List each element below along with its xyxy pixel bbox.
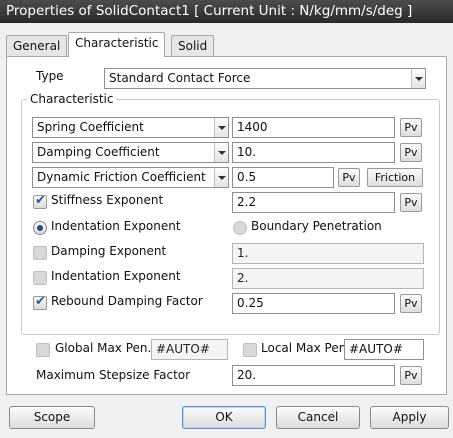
local-max-pen-input[interactable]: #AUTO# [344, 339, 424, 360]
stiffness-pv-button[interactable]: Pv [400, 193, 422, 212]
checkmark-icon: ✔ [35, 294, 46, 309]
characteristic-group-title: Characteristic [27, 92, 117, 106]
chevron-down-icon [214, 118, 228, 137]
local-max-pen-label: Local Max Pen. [261, 341, 351, 355]
chevron-down-icon [411, 69, 425, 88]
local-max-pen-checkbox[interactable] [243, 343, 257, 357]
rebound-pv-button[interactable]: Pv [400, 294, 422, 313]
global-max-pen-label: Global Max Pen. [55, 341, 152, 355]
properties-dialog: Properties of SolidContact1 [ Current Un… [0, 0, 453, 438]
indentation-exponent-radio[interactable] [33, 221, 47, 235]
spring-coefficient-input[interactable]: 1400 [232, 117, 395, 138]
friction-coefficient-select-value: Dynamic Friction Coefficient [37, 170, 206, 184]
damping-coefficient-select-value: Damping Coefficient [37, 145, 160, 159]
chevron-down-icon [214, 168, 228, 187]
max-stepsize-label: Maximum Stepsize Factor [36, 368, 191, 382]
spring-coefficient-select-value: Spring Coefficient [37, 120, 144, 134]
damping-exponent-checkbox[interactable] [33, 246, 47, 260]
window-title: Properties of SolidContact1 [ Current Un… [0, 0, 453, 23]
damping-coefficient-input[interactable]: 10. [232, 142, 395, 163]
global-max-pen-input[interactable]: #AUTO# [151, 339, 228, 360]
damping-exponent-input[interactable]: 1. [232, 243, 424, 264]
spring-pv-button[interactable]: Pv [400, 118, 422, 137]
rebound-damping-label: Rebound Damping Factor [51, 294, 203, 308]
type-select[interactable]: Standard Contact Force [104, 68, 426, 89]
boundary-penetration-radio[interactable] [233, 221, 247, 235]
ok-button[interactable]: OK [182, 406, 266, 429]
friction-button[interactable]: Friction [367, 168, 423, 187]
tab-solid[interactable]: Solid [171, 35, 215, 57]
scope-button[interactable]: Scope [9, 406, 95, 429]
friction-coefficient-select[interactable]: Dynamic Friction Coefficient [32, 167, 229, 188]
global-max-pen-checkbox[interactable] [36, 343, 50, 357]
checkmark-icon: ✔ [35, 193, 46, 208]
apply-button[interactable]: Apply [370, 406, 449, 429]
radio-selected-icon [37, 225, 43, 231]
stiffness-exponent-checkbox[interactable]: ✔ [33, 193, 47, 209]
indentation-exponent-checkbox[interactable] [33, 271, 47, 285]
spring-coefficient-select[interactable]: Spring Coefficient [32, 117, 229, 138]
damping-exponent-label: Damping Exponent [51, 244, 167, 258]
stiffness-exponent-label: Stiffness Exponent [51, 193, 164, 207]
stepsize-pv-button[interactable]: Pv [400, 366, 422, 385]
max-stepsize-input[interactable]: 20. [232, 365, 395, 386]
damping-pv-button[interactable]: Pv [400, 143, 422, 162]
stiffness-exponent-input[interactable]: 2.2 [232, 192, 395, 213]
rebound-damping-input[interactable]: 0.25 [232, 293, 395, 314]
type-select-value: Standard Contact Force [109, 71, 251, 85]
friction-coefficient-input[interactable]: 0.5 [232, 167, 334, 188]
friction-pv-button[interactable]: Pv [338, 168, 360, 187]
indentation-exponent-label: Indentation Exponent [51, 269, 181, 283]
damping-coefficient-select[interactable]: Damping Coefficient [32, 142, 229, 163]
indentation-exponent-radio-label: Indentation Exponent [51, 219, 181, 233]
tab-characteristic[interactable]: Characteristic [68, 32, 166, 57]
tab-general[interactable]: General [6, 35, 68, 57]
cancel-button[interactable]: Cancel [276, 406, 360, 429]
chevron-down-icon [214, 143, 228, 162]
indentation-exponent-input[interactable]: 2. [232, 268, 424, 289]
characteristic-panel: Type Standard Contact Force Characterist… [6, 56, 447, 395]
type-label: Type [36, 69, 64, 83]
boundary-penetration-radio-label: Boundary Penetration [251, 219, 382, 233]
rebound-damping-checkbox[interactable]: ✔ [33, 294, 47, 310]
